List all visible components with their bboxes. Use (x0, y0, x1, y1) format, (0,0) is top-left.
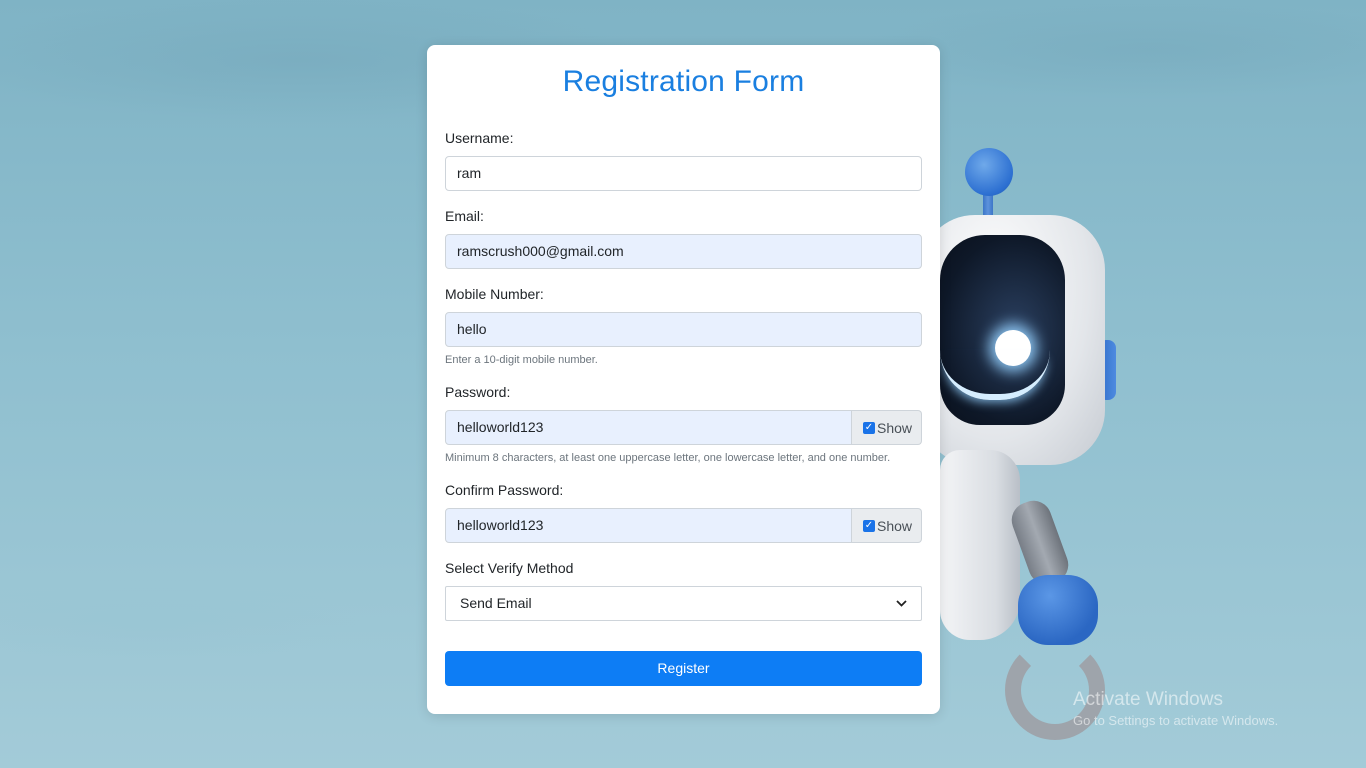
windows-activation-watermark: Activate Windows Go to Settings to activ… (1073, 688, 1278, 730)
robot-antenna-ball (965, 148, 1013, 196)
chevron-down-icon (896, 587, 907, 620)
verify-method-value: Send Email (460, 595, 532, 611)
watermark-subtitle: Go to Settings to activate Windows. (1073, 713, 1279, 728)
watermark-title: Activate Windows (1073, 689, 1223, 710)
email-group: Email: ramscrush000@gmail.com (445, 208, 922, 269)
confirm-password-input-group: helloworld123 ✓ Show (445, 508, 922, 543)
checkmark-icon[interactable]: ✓ (863, 519, 875, 532)
mobile-input[interactable]: hello (445, 312, 922, 347)
password-hint: Minimum 8 characters, at least one upper… (445, 452, 891, 464)
confirm-password-label: Confirm Password: (445, 482, 564, 498)
mobile-group: Mobile Number: hello Enter a 10-digit mo… (445, 286, 922, 367)
robot-wrist (1018, 575, 1098, 645)
verify-method-group: Select Verify Method Send Email (445, 560, 922, 621)
email-input[interactable]: ramscrush000@gmail.com (445, 234, 922, 269)
confirm-password-show-toggle[interactable]: ✓ Show (852, 508, 922, 543)
confirm-password-show-label: Show (877, 517, 913, 534)
mobile-hint: Enter a 10-digit mobile number. (445, 354, 598, 366)
password-input-group: helloworld123 ✓ Show (445, 410, 922, 445)
page-title: Registration Form (562, 65, 805, 98)
password-show-label: Show (877, 419, 913, 436)
mobile-label: Mobile Number: (445, 286, 544, 302)
register-button[interactable]: Register (445, 651, 922, 686)
confirm-password-group: Confirm Password: helloworld123 ✓ Show (445, 482, 922, 543)
verify-method-select[interactable]: Send Email (445, 586, 922, 621)
confirm-password-input[interactable]: helloworld123 (445, 508, 852, 543)
verify-method-label: Select Verify Method (445, 560, 574, 576)
password-input[interactable]: helloworld123 (445, 410, 852, 445)
username-input[interactable]: ram (445, 156, 922, 191)
robot-body (940, 450, 1020, 640)
checkmark-icon[interactable]: ✓ (863, 421, 875, 434)
password-label: Password: (445, 384, 511, 400)
password-group: Password: helloworld123 ✓ Show Minimum 8… (445, 384, 922, 465)
username-label: Username: (445, 130, 514, 146)
username-group: Username: ram (445, 130, 922, 191)
email-label: Email: (445, 208, 484, 224)
password-show-toggle[interactable]: ✓ Show (852, 410, 922, 445)
registration-card: Registration Form Username: ram Email: r… (427, 45, 940, 714)
